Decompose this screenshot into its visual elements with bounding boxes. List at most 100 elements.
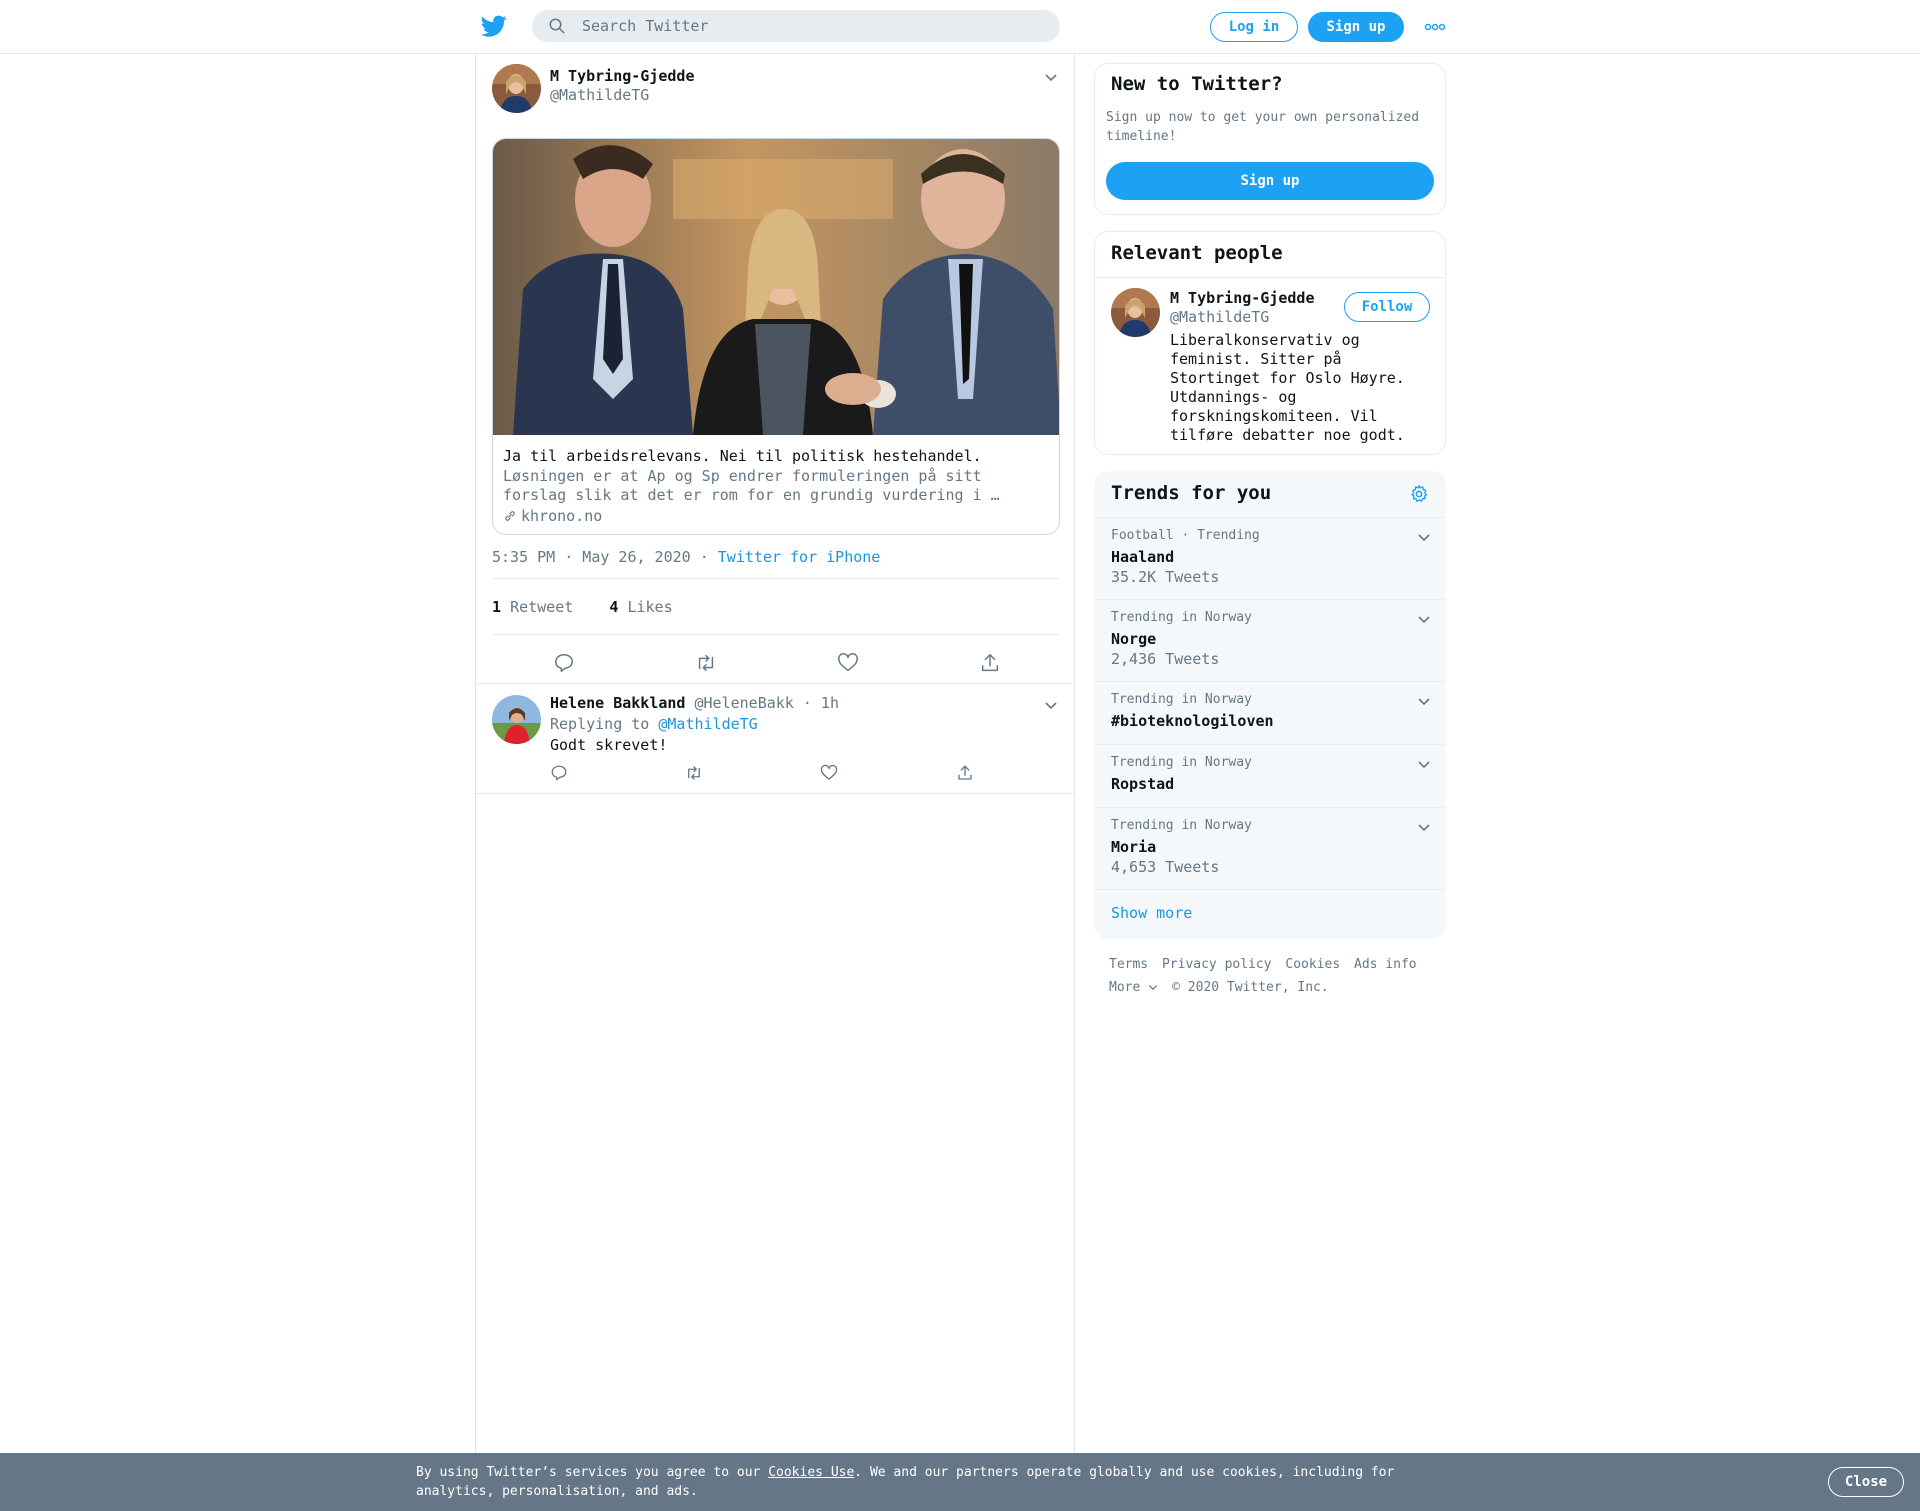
trend-name: Norge — [1111, 630, 1157, 648]
reply-author-name[interactable]: Helene Bakkland — [550, 694, 685, 712]
reply-time[interactable]: · 1h — [803, 694, 839, 712]
footer-copyright: © 2020 Twitter, Inc. — [1172, 980, 1329, 995]
trends-header: Trends for you — [1095, 472, 1445, 518]
like-count: 4 — [609, 598, 619, 616]
reply-icon[interactable] — [550, 764, 568, 782]
trend-context: Trending in Norway — [1111, 692, 1252, 707]
cookie-banner: By using Twitter’s services you agree to… — [0, 1453, 1920, 1511]
reply-text: Godt skrevet! — [550, 736, 668, 754]
trend-context: Trending in Norway — [1111, 610, 1252, 625]
reply-header: Helene Bakkland @HeleneBakk · 1h — [550, 694, 839, 712]
retweet-stat[interactable]: 1 Retweet — [492, 598, 573, 616]
card-description: Løsningen er at Ap og Sp endrer formuler… — [503, 467, 1000, 504]
retweet-icon[interactable] — [695, 652, 717, 674]
tweet-timestamp[interactable]: 5:35 PM · May 26, 2020 — [492, 548, 691, 566]
footer-terms-link[interactable]: Terms — [1109, 953, 1148, 976]
trend-item[interactable]: Trending in Norway Moria 4,653 Tweets — [1095, 808, 1445, 890]
footer-ads-link[interactable]: Ads info — [1354, 953, 1417, 976]
person-bio: Liberalkonservativ og feminist. Sitter p… — [1170, 331, 1405, 444]
link-card[interactable]: Ja til arbeidsrelevans. Nei til politisk… — [492, 138, 1060, 535]
footer-more-dropdown[interactable]: More — [1109, 976, 1158, 999]
show-more-link[interactable]: Show more — [1111, 904, 1192, 922]
reply-author-handle[interactable]: @HeleneBakk — [695, 694, 794, 712]
more-options-icon[interactable] — [1424, 20, 1446, 34]
chevron-down-icon[interactable] — [1417, 822, 1431, 832]
meta-separator: · — [699, 548, 709, 566]
likes-label: Likes — [627, 598, 673, 616]
cookies-use-link[interactable]: Cookies Use — [768, 1465, 854, 1480]
chevron-down-icon[interactable] — [1417, 759, 1431, 769]
cookie-text: By using Twitter’s services you agree to… — [416, 1463, 1416, 1501]
trend-name: Haaland — [1111, 548, 1175, 566]
like-icon[interactable] — [820, 764, 838, 782]
follow-button[interactable]: Follow — [1344, 292, 1430, 322]
retweet-count: 1 — [492, 598, 502, 616]
card-image — [493, 139, 1059, 435]
trend-item[interactable]: Trending in Norway #bioteknologiloven — [1095, 682, 1445, 745]
replying-to: Replying to @MathildeTG — [550, 715, 758, 733]
tweet-stats: 1 Retweet 4 Likes — [492, 598, 673, 616]
trend-name: Ropstad — [1111, 775, 1175, 793]
chevron-down-icon[interactable] — [1417, 532, 1431, 542]
new-to-twitter-box: New to Twitter? Sign up now to get your … — [1094, 63, 1446, 215]
chevron-down-icon — [1149, 985, 1158, 991]
relevant-people-box: Relevant people M Tybring-Gjedde @Mathil… — [1094, 231, 1446, 455]
replying-prefix: Replying to — [550, 715, 650, 733]
link-icon — [505, 511, 515, 521]
main-column: M Tybring-Gjedde @MathildeTG Ja til arbe… — [475, 54, 1075, 1454]
author-avatar[interactable] — [492, 64, 541, 113]
trend-count: 35.2K Tweets — [1111, 568, 1220, 586]
reply-tweet[interactable]: Helene Bakkland @HeleneBakk · 1h Replyin… — [476, 683, 1074, 794]
gear-icon[interactable] — [1409, 484, 1429, 504]
footer-cookies-link[interactable]: Cookies — [1285, 953, 1340, 976]
footer-privacy-link[interactable]: Privacy policy — [1162, 953, 1272, 976]
chevron-down-icon[interactable] — [1417, 614, 1431, 624]
reply-actions — [550, 764, 1050, 786]
chevron-down-icon[interactable] — [1044, 700, 1058, 710]
trend-context: Trending in Norway — [1111, 755, 1252, 770]
divider — [492, 634, 1060, 635]
trend-name: Moria — [1111, 838, 1157, 856]
footer-links: Terms Privacy policy Cookies Ads info Mo… — [1109, 953, 1439, 999]
sidebar-signup-button[interactable]: Sign up — [1106, 162, 1434, 200]
new-to-twitter-title: New to Twitter? — [1111, 73, 1283, 95]
likes-stat[interactable]: 4 Likes — [609, 598, 672, 616]
person-avatar[interactable] — [1111, 288, 1160, 337]
share-icon[interactable] — [979, 652, 1001, 674]
twitter-logo-icon[interactable] — [480, 13, 508, 39]
search-icon — [549, 18, 565, 34]
chevron-down-icon[interactable] — [1417, 696, 1431, 706]
login-button[interactable]: Log in — [1210, 12, 1298, 42]
search-input[interactable] — [582, 14, 1042, 38]
retweet-label: Retweet — [510, 598, 574, 616]
trend-item[interactable]: Football · Trending Haaland 35.2K Tweets — [1095, 518, 1445, 600]
reply-icon[interactable] — [553, 652, 575, 674]
like-icon[interactable] — [837, 652, 859, 674]
tweet-meta: 5:35 PM · May 26, 2020 · Twitter for iPh… — [492, 548, 880, 566]
trends-box: Trends for you Football · Trending Haala… — [1094, 471, 1446, 939]
search-box[interactable] — [532, 10, 1060, 42]
trend-item[interactable]: Trending in Norway Ropstad — [1095, 745, 1445, 808]
replying-mention[interactable]: @MathildeTG — [658, 715, 757, 733]
chevron-down-icon[interactable] — [1044, 72, 1058, 82]
person-name[interactable]: M Tybring-Gjedde — [1170, 289, 1315, 307]
relevant-people-header: Relevant people — [1095, 232, 1445, 278]
card-domain: khrono.no — [503, 507, 602, 525]
trend-count: 4,653 Tweets — [1111, 858, 1220, 876]
signup-button[interactable]: Sign up — [1308, 12, 1404, 42]
share-icon[interactable] — [956, 764, 974, 782]
cookie-close-button[interactable]: Close — [1828, 1467, 1904, 1497]
author-name[interactable]: M Tybring-Gjedde — [550, 67, 695, 85]
cookie-text-before: By using Twitter’s services you agree to… — [416, 1465, 761, 1480]
retweet-icon[interactable] — [685, 764, 703, 782]
author-handle[interactable]: @MathildeTG — [550, 86, 649, 104]
divider — [492, 578, 1060, 579]
trend-item[interactable]: Trending in Norway Norge 2,436 Tweets — [1095, 600, 1445, 682]
trend-context: Trending in Norway — [1111, 818, 1252, 833]
trends-title: Trends for you — [1111, 482, 1272, 504]
top-header: Log in Sign up — [0, 0, 1920, 54]
tweet-source[interactable]: Twitter for iPhone — [718, 548, 881, 566]
reply-author-avatar[interactable] — [492, 695, 541, 744]
trend-name: #bioteknologiloven — [1111, 712, 1274, 730]
person-handle[interactable]: @MathildeTG — [1170, 308, 1269, 326]
